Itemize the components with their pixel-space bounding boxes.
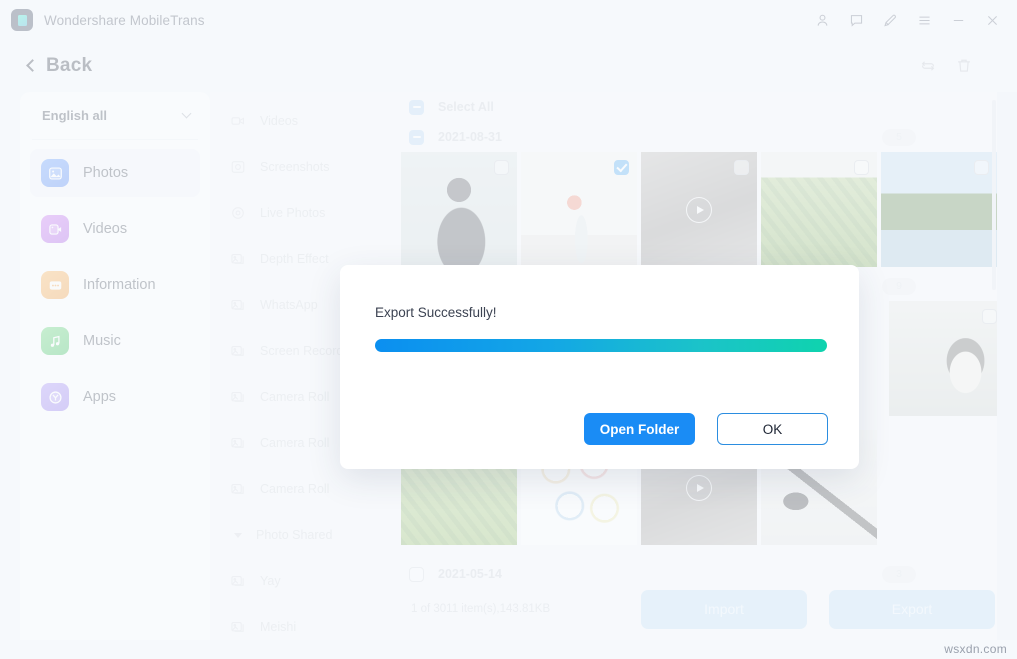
app-window: Wondershare MobileTrans: [0, 0, 1017, 659]
watermark: wsxdn.com: [944, 642, 1007, 656]
export-success-dialog: Export Successfully! Open Folder OK: [340, 265, 859, 469]
ok-button[interactable]: OK: [717, 413, 828, 445]
dialog-actions: Open Folder OK: [584, 413, 828, 445]
dialog-title: Export Successfully!: [375, 305, 827, 320]
open-folder-button[interactable]: Open Folder: [584, 413, 695, 445]
export-progress-bar: [375, 339, 827, 352]
